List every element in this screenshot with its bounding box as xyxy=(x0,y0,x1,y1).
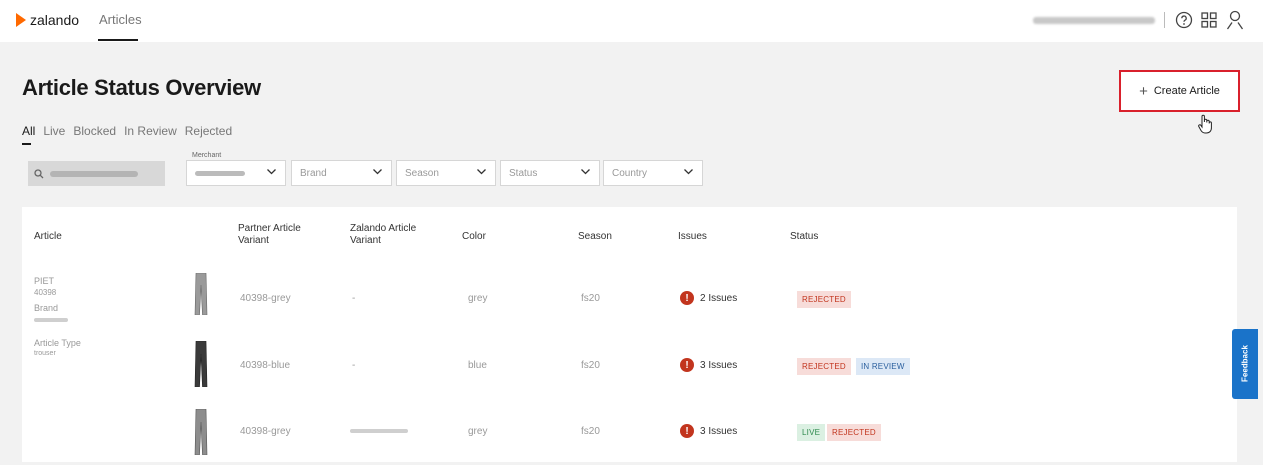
brand-value xyxy=(34,318,68,322)
partner-variant-cell: 40398-blue xyxy=(240,360,291,371)
jeans-dark-thumbnail[interactable] xyxy=(194,341,208,387)
season-filter-label: Season xyxy=(405,167,439,179)
country-filter-label: Country xyxy=(612,167,648,179)
header-partner-variant[interactable]: Partner Article Variant xyxy=(238,223,318,247)
brand-label: Brand xyxy=(34,303,59,313)
issues-count: 3 Issues xyxy=(700,359,738,371)
user-profile-icon[interactable] xyxy=(1226,10,1244,30)
tab-live[interactable]: Live xyxy=(43,124,65,138)
merchant-account-name[interactable] xyxy=(1033,17,1155,24)
brand-filter[interactable]: Brand xyxy=(291,160,392,186)
chevron-down-icon xyxy=(267,169,276,175)
article-id: 40398 xyxy=(34,288,57,297)
chevron-down-icon xyxy=(581,169,590,175)
color-cell: grey xyxy=(468,293,488,304)
header-article[interactable]: Article xyxy=(34,231,62,243)
partner-variant-cell: 40398-grey xyxy=(240,293,291,304)
merchant-filter[interactable] xyxy=(186,160,286,186)
color-cell: grey xyxy=(468,426,488,437)
issues-link[interactable]: ! 3 Issues xyxy=(680,424,737,438)
error-icon: ! xyxy=(680,291,694,305)
country-filter[interactable]: Country xyxy=(603,160,703,186)
article-name[interactable]: PIET xyxy=(34,276,54,286)
create-article-label: Create Article xyxy=(1153,85,1220,97)
zalando-variant-cell xyxy=(350,429,408,433)
apps-grid-icon[interactable] xyxy=(1200,11,1218,29)
page-title: Article Status Overview xyxy=(22,75,261,100)
issues-link[interactable]: ! 2 Issues xyxy=(680,291,737,305)
zalando-variant-cell: - xyxy=(352,293,356,304)
hand-cursor-icon xyxy=(1198,114,1212,134)
season-filter[interactable]: Season xyxy=(396,160,496,186)
status-badge-in-review: IN REVIEW xyxy=(856,358,910,375)
plus-icon: + xyxy=(1139,82,1148,100)
brand-name: zalando xyxy=(30,12,80,28)
tab-in-review[interactable]: In Review xyxy=(124,124,177,138)
zalando-logo-icon xyxy=(16,13,26,27)
chevron-down-icon xyxy=(477,169,486,175)
partner-variant-cell: 40398-grey xyxy=(240,426,291,437)
brand-filter-label: Brand xyxy=(300,167,327,179)
nav-tab-articles[interactable]: Articles xyxy=(99,12,142,27)
tab-blocked[interactable]: Blocked xyxy=(73,124,116,138)
zalando-variant-cell: - xyxy=(352,360,356,371)
header-zalando-variant[interactable]: Zalando Article Variant xyxy=(350,223,430,247)
nav-active-indicator xyxy=(98,39,138,41)
merchant-filter-value xyxy=(195,170,245,176)
header-color[interactable]: Color xyxy=(462,231,486,243)
chevron-down-icon xyxy=(684,169,693,175)
issues-count: 3 Issues xyxy=(700,425,738,437)
header-status[interactable]: Status xyxy=(790,231,818,243)
search-placeholder xyxy=(50,170,138,177)
error-icon: ! xyxy=(680,424,694,438)
top-bar: zalando Articles xyxy=(0,0,1263,42)
jeans-grey-thumbnail[interactable] xyxy=(194,409,208,455)
tab-all[interactable]: All xyxy=(22,124,35,138)
status-tabs: All Live Blocked In Review Rejected xyxy=(22,124,232,138)
season-cell: fs20 xyxy=(581,426,600,437)
create-article-button[interactable]: + Create Article xyxy=(1119,70,1240,112)
search-icon xyxy=(34,168,44,178)
status-filter-label: Status xyxy=(509,167,538,179)
status-filter[interactable]: Status xyxy=(500,160,600,186)
status-badge-rejected: REJECTED xyxy=(797,358,851,375)
search-input[interactable] xyxy=(28,161,165,186)
article-type-value: trouser xyxy=(34,350,56,357)
chevron-down-icon xyxy=(373,169,382,175)
header-season[interactable]: Season xyxy=(578,231,612,243)
status-badge-rejected: REJECTED xyxy=(797,291,851,308)
issues-link[interactable]: ! 3 Issues xyxy=(680,358,737,372)
merchant-filter-label: Merchant xyxy=(190,152,224,159)
tab-rejected[interactable]: Rejected xyxy=(185,124,232,138)
error-icon: ! xyxy=(680,358,694,372)
header-issues[interactable]: Issues xyxy=(678,231,707,243)
status-badge-live: LIVE xyxy=(797,424,826,441)
zalando-logo[interactable]: zalando xyxy=(16,12,79,28)
tab-active-indicator xyxy=(22,143,31,145)
jeans-grey-thumbnail[interactable] xyxy=(194,273,208,315)
articles-table: Article Partner Article Variant Zalando … xyxy=(22,207,1237,462)
header-divider xyxy=(1164,12,1165,28)
season-cell: fs20 xyxy=(581,293,600,304)
issues-count: 2 Issues xyxy=(700,292,738,304)
help-icon[interactable] xyxy=(1175,11,1193,29)
article-type-label: Article Type xyxy=(34,338,81,348)
color-cell: blue xyxy=(468,360,487,371)
status-badge-rejected: REJECTED xyxy=(827,424,881,441)
season-cell: fs20 xyxy=(581,360,600,371)
feedback-tab[interactable]: Feedback xyxy=(1232,329,1258,399)
